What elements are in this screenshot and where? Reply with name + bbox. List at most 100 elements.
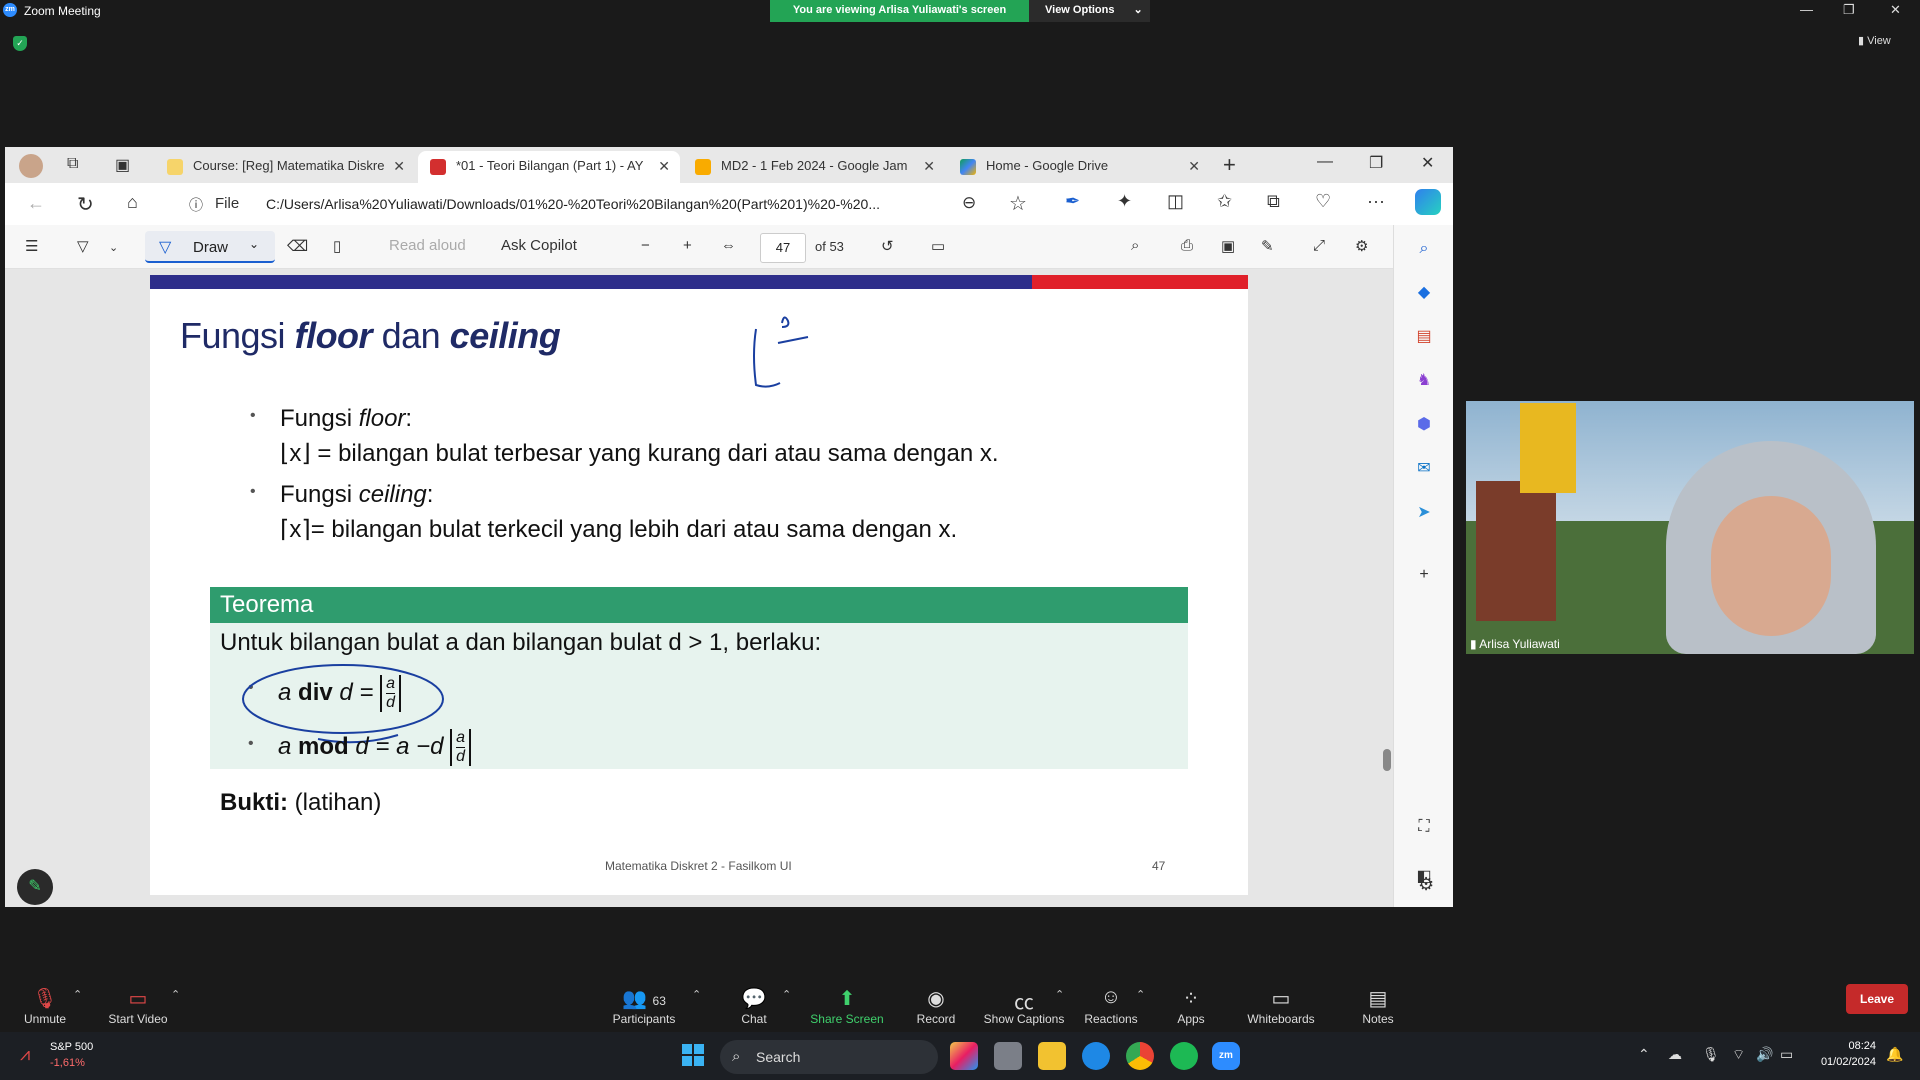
extensions-icon[interactable]: ✦ <box>1117 191 1132 212</box>
close-icon[interactable]: ✕ <box>1188 151 1200 181</box>
zoom-out-icon[interactable]: − <box>641 237 650 254</box>
tab-jamboard[interactable]: MD2 - 1 Feb 2024 - Google Jam ✕ <box>683 151 945 183</box>
taskbar-search[interactable]: ⌕ Search <box>720 1040 938 1074</box>
participants-button[interactable]: 👥 63 Participants <box>594 986 694 1026</box>
microphone-icon[interactable]: 🎙 <box>1702 1046 1720 1063</box>
close-icon[interactable]: ✕ <box>393 151 405 181</box>
settings-gear-icon[interactable]: ⚙ <box>1418 874 1434 895</box>
view-options-button[interactable]: View Options ⌄ <box>1029 0 1150 22</box>
browser-essentials-icon[interactable]: ♡ <box>1315 191 1331 212</box>
clock-time[interactable]: 08:24 <box>1812 1040 1876 1052</box>
chrome-icon[interactable] <box>1126 1042 1154 1070</box>
chevron-up-icon[interactable]: ⌃ <box>1638 1046 1650 1063</box>
annotation-pen-icon[interactable]: ✎ <box>17 869 53 905</box>
page-number-input[interactable]: 47 <box>760 233 806 263</box>
search-icon[interactable]: ⌕ <box>1414 239 1434 259</box>
stock-name[interactable]: S&P 500 <box>50 1041 93 1053</box>
save-icon[interactable]: ▣ <box>1221 237 1235 255</box>
split-screen-icon[interactable]: ◫ <box>1167 191 1184 212</box>
microsoft365-icon[interactable]: ⬢ <box>1414 415 1434 435</box>
scrollbar-thumb[interactable] <box>1383 749 1391 771</box>
tab-pdf[interactable]: *01 - Teori Bilangan (Part 1) - AY ✕ <box>418 151 680 183</box>
close-icon[interactable]: ✕ <box>658 151 670 181</box>
chevron-up-icon[interactable]: ⌃ <box>692 988 701 1001</box>
info-icon[interactable]: ⓘ <box>189 195 203 215</box>
close-icon[interactable]: ✕ <box>1421 153 1434 173</box>
settings-gear-icon[interactable]: ⚙ <box>1355 237 1368 255</box>
battery-icon[interactable]: ▭ <box>1780 1046 1793 1063</box>
screenshot-icon[interactable]: ⛶ <box>1414 817 1434 837</box>
print-icon[interactable]: ⎙ <box>1181 237 1193 254</box>
file-explorer-icon[interactable] <box>1038 1042 1066 1070</box>
chevron-up-icon[interactable]: ⌃ <box>782 988 791 1001</box>
leave-button[interactable]: Leave <box>1846 984 1908 1014</box>
workspaces-icon[interactable]: ⧉ <box>67 155 78 173</box>
new-tab-icon[interactable]: + <box>1223 152 1236 178</box>
security-shield-icon[interactable]: ✓ <box>13 36 27 51</box>
ask-copilot-button[interactable]: Ask Copilot <box>501 237 577 254</box>
spotify-icon[interactable] <box>1170 1042 1198 1070</box>
share-screen-button[interactable]: ⬆ Share Screen <box>797 986 897 1026</box>
notification-bell-icon[interactable]: 🔔 <box>1886 1046 1903 1063</box>
minimize-icon[interactable]: — <box>1317 153 1333 171</box>
more-icon[interactable]: ··· <box>1367 191 1385 212</box>
clock-date[interactable]: 01/02/2024 <box>1812 1056 1876 1068</box>
notes-button[interactable]: ▤ Notes <box>1328 986 1428 1026</box>
minimize-icon[interactable]: — <box>1800 2 1813 17</box>
chevron-up-icon[interactable]: ⌃ <box>171 988 180 1001</box>
contents-icon[interactable]: ☰ <box>25 237 38 255</box>
drop-icon[interactable]: ➤ <box>1414 503 1434 523</box>
outlook-icon[interactable]: ✉ <box>1414 459 1434 479</box>
two-page-icon[interactable]: ▭ <box>931 237 945 255</box>
favorite-star-icon[interactable]: ☆ <box>1009 191 1027 216</box>
zoom-in-icon[interactable]: + <box>683 237 692 254</box>
volume-icon[interactable]: 🔊 <box>1756 1046 1773 1063</box>
close-icon[interactable]: ✕ <box>923 151 935 181</box>
tab-course[interactable]: Course: [Reg] Matematika Diskre ✕ <box>155 151 415 183</box>
tab-actions-icon[interactable]: ▣ <box>115 155 130 175</box>
wifi-icon[interactable]: ⌔ <box>1732 1046 1745 1064</box>
highlight-icon[interactable]: ▽ <box>77 237 89 255</box>
restore-icon[interactable]: ❐ <box>1369 153 1383 173</box>
read-aloud-button[interactable]: Read aloud <box>389 237 466 254</box>
search-icon[interactable]: ⌕ <box>1131 237 1139 254</box>
refresh-icon[interactable]: ↻ <box>77 192 94 217</box>
apps-button[interactable]: ⁘ Apps <box>1141 986 1241 1026</box>
whiteboards-button[interactable]: ▭ Whiteboards <box>1231 986 1331 1026</box>
page-view-icon[interactable]: ▯ <box>333 237 341 255</box>
fullscreen-icon[interactable]: ⤢ <box>1313 237 1325 254</box>
draw-button[interactable]: ▽ Draw ⌄ <box>145 231 275 263</box>
edge-icon[interactable] <box>1082 1042 1110 1070</box>
onedrive-icon[interactable]: ☁ <box>1668 1046 1682 1063</box>
windows-start-icon[interactable] <box>682 1044 704 1066</box>
chevron-up-icon[interactable]: ⌃ <box>73 988 82 1001</box>
zoom-taskbar-icon[interactable]: zm <box>1212 1042 1240 1070</box>
task-view-icon[interactable] <box>994 1042 1022 1070</box>
collections-icon[interactable]: ⧉ <box>1267 191 1280 212</box>
zoom-out-icon[interactable]: ⊖ <box>962 193 976 213</box>
save-as-icon[interactable]: ✎ <box>1261 237 1274 255</box>
restore-icon[interactable]: ❐ <box>1843 2 1855 18</box>
rotate-icon[interactable]: ↺ <box>881 237 894 255</box>
tools-icon[interactable]: ▤ <box>1414 327 1434 347</box>
url-field[interactable]: C:/Users/Arlisa%20Yuliawati/Downloads/01… <box>248 189 978 219</box>
close-icon[interactable]: ✕ <box>1890 2 1901 18</box>
back-icon[interactable]: ← <box>27 193 45 214</box>
pen-extension-icon[interactable]: ✒ <box>1065 191 1080 212</box>
favorites-icon[interactable]: ✩ <box>1217 191 1232 212</box>
participant-video[interactable]: ▮ Arlisa Yuliawati <box>1466 401 1914 654</box>
chevron-down-icon[interactable]: ⌄ <box>109 241 118 254</box>
copilot-icon[interactable] <box>1415 189 1441 215</box>
fit-page-icon[interactable]: ⇔ <box>721 237 736 254</box>
add-icon[interactable]: + <box>1414 565 1434 585</box>
copilot-taskbar-icon[interactable] <box>950 1042 978 1070</box>
games-icon[interactable]: ♞ <box>1414 371 1434 391</box>
view-button[interactable]: ▮ View <box>1858 34 1891 47</box>
pdf-viewport[interactable]: Fungsi floor dan ceiling • Fungsi floor:… <box>5 269 1393 907</box>
shopping-tag-icon[interactable]: ◆ <box>1414 283 1434 303</box>
record-button[interactable]: ◉ Record <box>886 986 986 1026</box>
tab-drive[interactable]: Home - Google Drive ✕ <box>948 151 1210 183</box>
home-icon[interactable]: ⌂ <box>127 192 138 213</box>
eraser-icon[interactable]: ⌫ <box>287 237 308 255</box>
profile-avatar[interactable] <box>19 154 43 178</box>
